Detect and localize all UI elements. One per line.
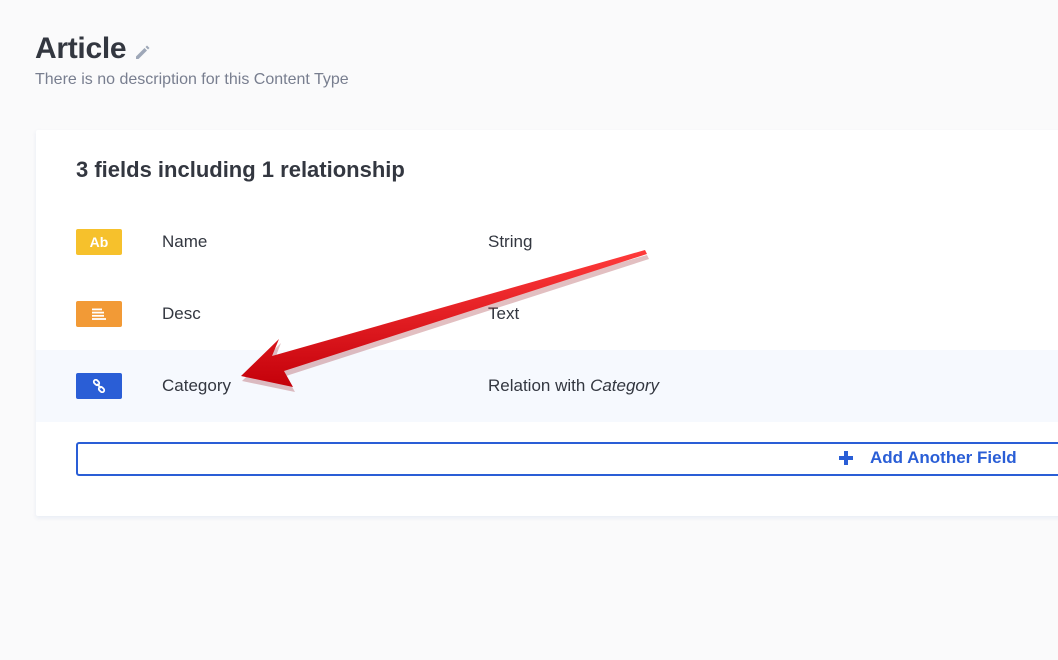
field-row-category[interactable]: Category Relation with Category xyxy=(36,350,1058,422)
add-another-field-button[interactable]: Add Another Field xyxy=(76,442,1058,476)
text-icon-label: Ab xyxy=(89,234,109,250)
page-header: Article There is no description for this… xyxy=(35,30,349,90)
text-icon: Ab xyxy=(76,229,122,255)
field-name: Category xyxy=(162,376,231,395)
fields-summary: 3 fields including 1 relationship xyxy=(76,157,405,182)
add-button-content: Add Another Field xyxy=(838,448,1017,468)
title-row: Article xyxy=(35,30,349,68)
field-row-desc[interactable]: Desc Text xyxy=(36,278,1058,350)
page-description: There is no description for this Content… xyxy=(35,71,349,88)
field-type: String xyxy=(488,232,533,251)
paragraph-icon xyxy=(76,301,122,327)
pencil-icon[interactable] xyxy=(134,43,152,61)
relation-prefix: Relation with xyxy=(488,376,591,395)
field-name: Desc xyxy=(162,304,201,323)
add-button-label: Add Another Field xyxy=(870,448,1017,467)
plus-icon xyxy=(838,450,854,466)
field-row-name[interactable]: Ab Name String xyxy=(36,206,1058,278)
field-name: Name xyxy=(162,232,208,251)
field-type: Text xyxy=(488,304,520,323)
relation-target: Category xyxy=(590,376,660,395)
link-icon xyxy=(76,373,122,399)
field-type: Relation with Category xyxy=(488,376,659,396)
page-title: Article xyxy=(35,32,127,65)
fields-card: 3 fields including 1 relationship Ab Nam… xyxy=(36,130,1058,516)
